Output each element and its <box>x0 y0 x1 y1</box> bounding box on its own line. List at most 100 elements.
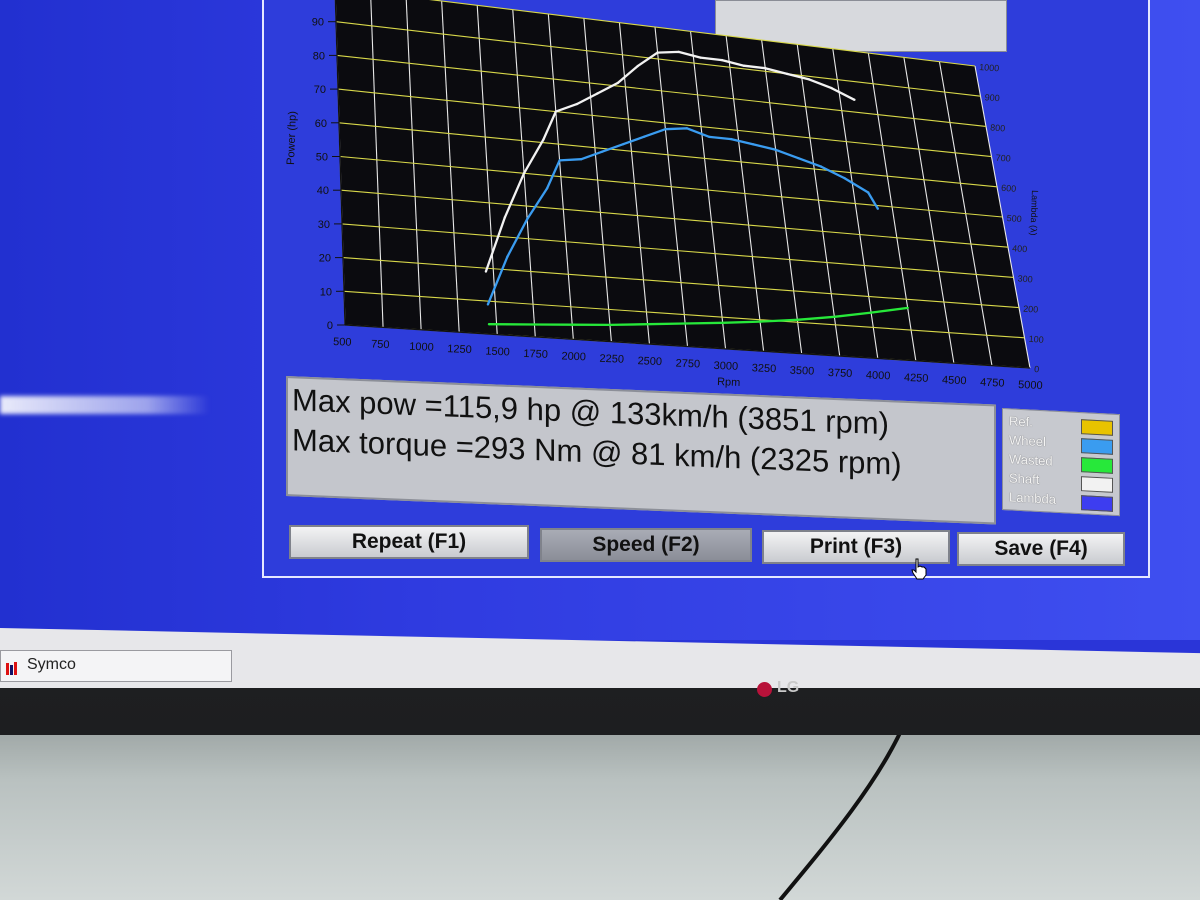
y2-tick-label: 1000 <box>979 62 1000 73</box>
y-tick-label: 90 <box>312 17 324 29</box>
data-point-wheel <box>752 143 755 146</box>
legend-swatch <box>1081 457 1113 474</box>
screen-glare <box>0 396 210 414</box>
data-point-shaft <box>853 98 856 102</box>
y-tick-label: 70 <box>314 84 326 96</box>
x-tick-label: 3000 <box>713 360 738 373</box>
data-point-shaft <box>807 78 811 81</box>
data-point-wheel <box>843 176 846 180</box>
data-point-wasted <box>721 321 724 324</box>
data-point-shaft <box>720 58 724 62</box>
chart-legend: Ref. Wheel Wasted Shaft Lambda <box>1002 408 1120 517</box>
data-point-wheel <box>819 165 823 168</box>
x-tick-label: 500 <box>333 336 352 349</box>
y-tick-label: 80 <box>313 50 325 62</box>
legend-swatch <box>1081 476 1113 493</box>
plot-area <box>335 0 1030 368</box>
lg-logo-icon <box>757 682 772 697</box>
data-point-wheel <box>643 135 646 138</box>
data-point-shaft <box>656 51 659 54</box>
x-tick-label: 2000 <box>561 350 586 363</box>
monitor-screen: 500 750 1000 1250 1500 1750 2000 2250 2500 2750 30… <box>0 0 1200 688</box>
lg-logo: LG <box>757 679 817 701</box>
legend-label: Wheel <box>1009 432 1046 450</box>
data-point-shaft <box>522 172 526 175</box>
x-tick-label: 1000 <box>409 341 434 354</box>
y2-tick-label: 700 <box>995 153 1011 164</box>
data-point-shaft <box>677 50 680 54</box>
y-axis-label: Power (hp) <box>285 111 299 165</box>
data-point-wheel <box>506 255 509 258</box>
data-point-shaft <box>503 216 507 219</box>
data-point-wheel <box>526 217 529 221</box>
y2-tick-label: 400 <box>1012 243 1028 254</box>
x-tick-label: 1500 <box>485 346 510 359</box>
x-axis-label: Rpm <box>717 376 741 389</box>
data-point-shaft <box>742 64 745 67</box>
data-point-shaft <box>542 138 545 141</box>
y2-tick-label: 600 <box>1001 183 1017 194</box>
data-point-wheel <box>580 158 583 161</box>
data-point-wasted <box>684 322 687 325</box>
y-tick-label: 20 <box>319 253 331 265</box>
data-point-wasted <box>833 315 836 318</box>
data-point-shaft <box>785 72 789 76</box>
y-tick-label: 30 <box>318 219 330 231</box>
data-point-wheel <box>545 187 549 190</box>
data-point-wasted <box>758 320 762 323</box>
data-point-wheel <box>622 142 625 146</box>
legend-label: Shaft <box>1009 470 1040 487</box>
x-tick-label: 3250 <box>751 362 776 375</box>
data-point-wheel <box>558 159 561 162</box>
data-point-wasted <box>608 323 612 327</box>
speed-button[interactable]: Speed (F2) <box>540 528 752 562</box>
data-point-shaft <box>596 92 599 95</box>
hand-pointer-icon <box>911 558 927 580</box>
data-point-wheel <box>867 191 870 194</box>
x-tick-label: 4250 <box>904 372 929 385</box>
data-point-wasted <box>646 323 649 326</box>
x-tick-label: 2500 <box>637 355 662 368</box>
x-tick-label: 750 <box>371 338 390 351</box>
x-tick-label: 1250 <box>447 343 472 356</box>
y-tick-label: 10 <box>320 286 332 298</box>
x-tick-label: 1750 <box>523 348 548 361</box>
y2-axis-label: Lambda (λ) <box>1028 190 1040 236</box>
data-point-wasted <box>571 323 574 326</box>
y-tick-label: 0 <box>327 320 333 332</box>
data-point-shaft <box>830 86 833 90</box>
x-tick-label: 3750 <box>828 367 853 380</box>
y2-tick-label: 200 <box>1023 304 1039 315</box>
data-point-shaft <box>764 67 767 70</box>
data-point-wheel <box>708 135 711 139</box>
legend-swatch <box>1081 438 1113 455</box>
data-point-wheel <box>685 127 689 130</box>
data-point-wheel <box>876 207 879 210</box>
data-point-wasted <box>487 323 491 326</box>
data-point-wheel <box>601 150 604 153</box>
symco-app-icon <box>6 662 17 675</box>
x-tick-label: 4500 <box>942 374 967 387</box>
data-point-wheel <box>664 128 667 131</box>
x-tick-label: 2250 <box>599 353 624 366</box>
y2-tick-label: 100 <box>1028 334 1044 345</box>
y2-tick-label: 500 <box>1006 213 1022 224</box>
data-point-wheel <box>774 148 777 151</box>
y2-tick-label: 800 <box>990 122 1006 133</box>
lg-brand-text: LG <box>777 679 800 696</box>
data-point-shaft <box>554 110 557 113</box>
taskbar-app-button[interactable]: Symco <box>0 650 232 682</box>
legend-swatch <box>1081 495 1113 512</box>
power-chart: 500 750 1000 1250 1500 1750 2000 2250 2500 2750 30… <box>285 0 1044 392</box>
data-point-wheel <box>730 137 733 141</box>
save-button[interactable]: Save (F4) <box>957 532 1125 566</box>
data-point-wasted <box>796 318 799 321</box>
x-tick-label: 5000 <box>1018 379 1043 392</box>
data-point-shaft <box>699 56 702 59</box>
x-tick-label: 4000 <box>866 369 891 382</box>
repeat-button[interactable]: Repeat (F1) <box>289 525 529 559</box>
data-point-shaft <box>616 81 620 85</box>
x-tick-label: 2750 <box>675 358 700 371</box>
y2-tick-label: 0 <box>1034 364 1040 374</box>
data-point-shaft <box>484 270 488 273</box>
